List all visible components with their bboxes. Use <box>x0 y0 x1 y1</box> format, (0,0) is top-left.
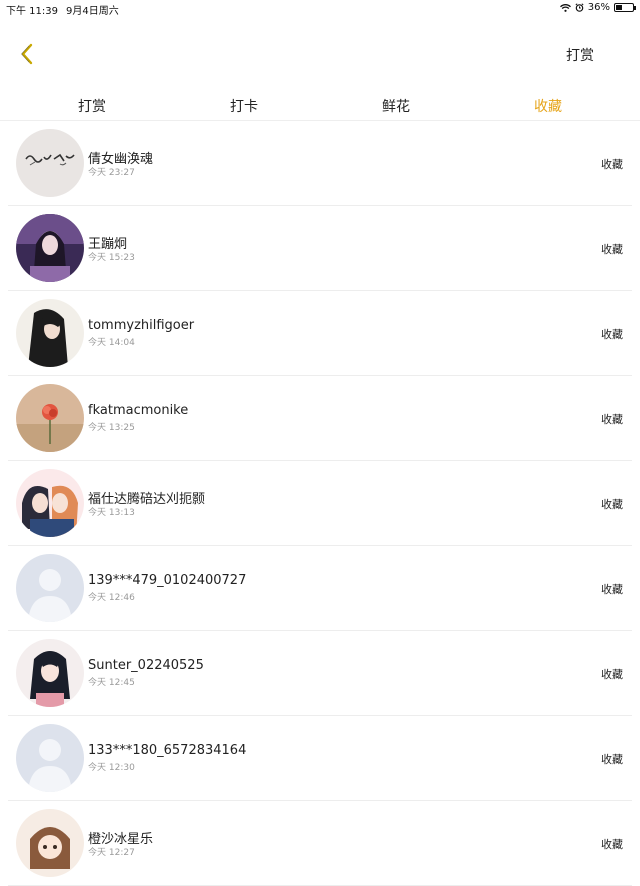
avatar[interactable] <box>16 724 84 792</box>
battery-icon <box>614 3 636 12</box>
list-item[interactable]: 139***479_0102400727 今天 12:46 收藏 <box>0 546 640 631</box>
list-item[interactable]: 133***180_6572834164 今天 12:30 收藏 <box>0 716 640 801</box>
chevron-left-icon[interactable] <box>16 40 40 68</box>
timestamp: 今天 12:27 <box>88 848 135 858</box>
tab-checkin[interactable]: 打卡 <box>194 96 294 116</box>
reward-button[interactable]: 打赏 <box>566 45 594 65</box>
avatar[interactable] <box>16 299 84 367</box>
favorite-label[interactable]: 收藏 <box>601 666 623 682</box>
tab-reward[interactable]: 打赏 <box>42 96 142 116</box>
status-left: 下午 11:39 9月4日周六 <box>6 2 127 17</box>
avatar[interactable] <box>16 809 84 877</box>
list-item[interactable]: fkatmacmonike 今天 13:25 收藏 <box>0 376 640 461</box>
favorite-label[interactable]: 收藏 <box>601 751 623 767</box>
status-date: 9月4日周六 <box>66 6 119 17</box>
user-name: tommyzhilfigoer <box>88 318 195 333</box>
favorite-label[interactable]: 收藏 <box>601 326 623 342</box>
timestamp: 今天 12:46 <box>88 593 135 603</box>
tab-flowers[interactable]: 鲜花 <box>346 96 446 116</box>
list-item[interactable]: tommyzhilfigoer 今天 14:04 收藏 <box>0 291 640 376</box>
user-list: 倩女幽涣魂 今天 23:27 收藏 王蹦炯 今天 15:23 收藏 tommyz… <box>0 121 640 886</box>
list-item[interactable]: 福仕达腾碚达刈扼颢 今天 13:13 收藏 <box>0 461 640 546</box>
favorite-label[interactable]: 收藏 <box>601 496 623 512</box>
avatar[interactable] <box>16 129 84 197</box>
avatar[interactable] <box>16 554 84 622</box>
favorite-label[interactable]: 收藏 <box>601 836 623 852</box>
list-item[interactable]: 倩女幽涣魂 今天 23:27 收藏 <box>0 121 640 206</box>
avatar[interactable] <box>16 384 84 452</box>
timestamp: 今天 15:23 <box>88 253 135 263</box>
favorite-label[interactable]: 收藏 <box>601 411 623 427</box>
list-item[interactable]: Sunter_02240525 今天 12:45 收藏 <box>0 631 640 716</box>
user-name: Sunter_02240525 <box>88 658 204 673</box>
status-right: 36% <box>559 2 636 13</box>
user-name: fkatmacmonike <box>88 403 189 418</box>
timestamp: 今天 13:13 <box>88 508 135 518</box>
list-item[interactable]: 橙沙冰星乐 今天 12:27 收藏 <box>0 801 640 886</box>
tab-favorites[interactable]: 收藏 <box>498 96 598 116</box>
user-name: 139***479_0102400727 <box>88 573 247 588</box>
list-item[interactable]: 王蹦炯 今天 15:23 收藏 <box>0 206 640 291</box>
avatar[interactable] <box>16 469 84 537</box>
favorite-label[interactable]: 收藏 <box>601 581 623 597</box>
alarm-icon <box>575 3 584 12</box>
timestamp: 今天 13:25 <box>88 423 135 433</box>
status-bar: 下午 11:39 9月4日周六 36% <box>0 0 640 17</box>
timestamp: 今天 12:45 <box>88 678 135 688</box>
tab-bar: 打赏 打卡 鲜花 收藏 <box>0 92 640 120</box>
nav-bar: 打赏 <box>0 28 640 78</box>
battery-percent: 36% <box>587 2 610 13</box>
timestamp: 今天 23:27 <box>88 168 135 178</box>
user-name: 133***180_6572834164 <box>88 743 247 758</box>
battery-fill <box>616 5 622 10</box>
avatar[interactable] <box>16 639 84 707</box>
favorite-label[interactable]: 收藏 <box>601 241 623 257</box>
timestamp: 今天 12:30 <box>88 763 135 773</box>
avatar[interactable] <box>16 214 84 282</box>
status-time: 下午 11:39 <box>6 6 58 17</box>
favorite-label[interactable]: 收藏 <box>601 156 623 172</box>
timestamp: 今天 14:04 <box>88 338 135 348</box>
wifi-icon <box>559 3 571 12</box>
